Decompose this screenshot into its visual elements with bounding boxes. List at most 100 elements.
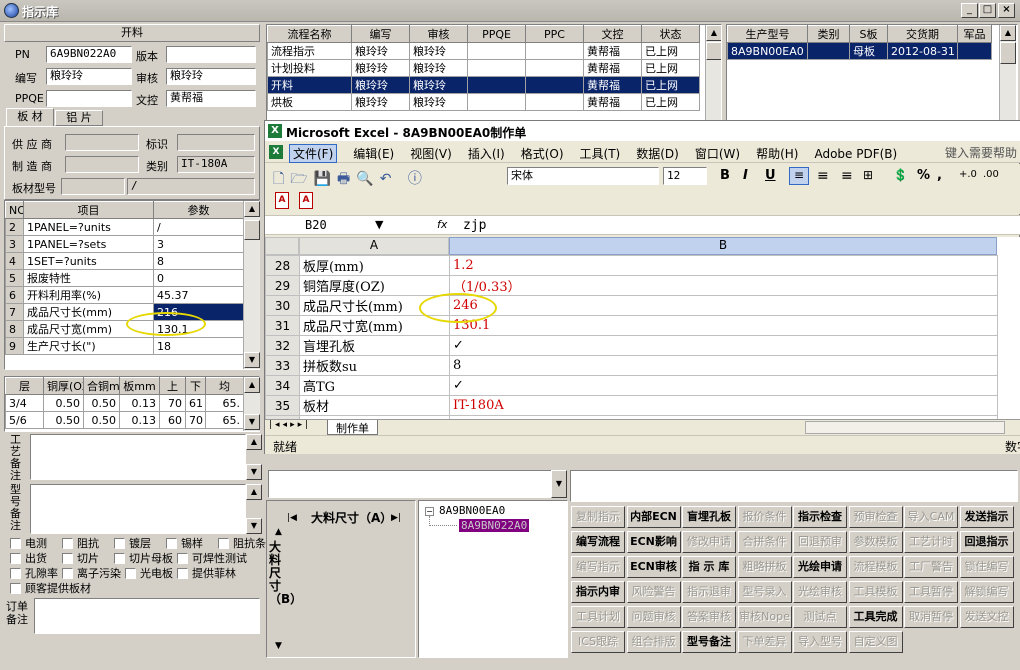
table-row[interactable]: 流程指示 粮玲玲 粮玲玲 黄帮福 已上网 bbox=[267, 42, 700, 60]
action-button[interactable]: 取消暂停 bbox=[904, 606, 958, 628]
scroll-up-arrow[interactable]: ▲ bbox=[244, 201, 260, 217]
param-no-cell[interactable]: 5 bbox=[5, 269, 24, 287]
param-value-cell[interactable]: 18 bbox=[153, 337, 244, 355]
scroll-up-arrow[interactable]: ▲ bbox=[246, 484, 262, 500]
table-row[interactable]: 2 1PANEL=?units / bbox=[5, 218, 244, 236]
spreadsheet-grid[interactable]: A B 28 板厚(mm) 1.2 29 铜箔厚度(OZ) （1/0.33） 30 成品尺寸长… bbox=[265, 237, 1020, 419]
model-cell[interactable] bbox=[957, 42, 992, 60]
flow-cell[interactable] bbox=[467, 59, 526, 77]
action-button[interactable]: 工具完成 bbox=[848, 606, 903, 628]
sheet-row[interactable]: 35 板材 IT-180A bbox=[265, 395, 998, 416]
checkbox-box[interactable] bbox=[10, 583, 21, 594]
action-button[interactable]: 回退预审 bbox=[793, 531, 847, 553]
layer-cell[interactable]: 61 bbox=[185, 394, 206, 412]
ppqe-field[interactable] bbox=[46, 90, 132, 107]
action-button[interactable]: 修改申请 bbox=[682, 531, 736, 553]
param-no-cell[interactable]: 9 bbox=[5, 337, 24, 355]
align-left-button[interactable]: ≡ bbox=[789, 167, 809, 185]
scroll-thumb[interactable] bbox=[244, 220, 260, 240]
checkbox-box[interactable] bbox=[177, 568, 188, 579]
right-combo[interactable] bbox=[570, 470, 1018, 502]
layer-cell[interactable]: 0.50 bbox=[43, 411, 84, 429]
row-header[interactable]: 31 bbox=[265, 315, 300, 336]
action-button[interactable]: 复制指示 bbox=[571, 506, 625, 528]
model-cell[interactable]: 8A9BN00EA0 bbox=[727, 42, 808, 60]
cell-a[interactable]: 高TG bbox=[299, 375, 450, 396]
layer-cell[interactable]: 70 bbox=[185, 411, 206, 429]
action-button[interactable]: 参数模板 bbox=[848, 531, 903, 553]
sheet-row[interactable]: 28 板厚(mm) 1.2 bbox=[265, 255, 998, 276]
excel-menu-item[interactable]: 编辑(E) bbox=[353, 145, 394, 162]
param-item-cell[interactable]: 生产尺寸长(") bbox=[23, 337, 154, 355]
tree-root[interactable]: 8A9BN00EA0 bbox=[439, 504, 505, 517]
tab-board[interactable]: 板 材 bbox=[6, 108, 54, 126]
params-col-no[interactable]: NO bbox=[5, 201, 24, 219]
align-right-button[interactable]: ≡ bbox=[841, 168, 853, 184]
layer-cell[interactable]: 65. bbox=[205, 394, 244, 412]
font-name-select[interactable]: 宋体 bbox=[507, 167, 659, 185]
scroll-up-arrow[interactable]: ▲ bbox=[1000, 25, 1016, 41]
param-no-cell[interactable]: 6 bbox=[5, 286, 24, 304]
flow-cell[interactable]: 粮玲玲 bbox=[409, 59, 468, 77]
table-row[interactable]: 3/4 0.50 0.50 0.13 70 61 65. bbox=[5, 394, 244, 412]
tree-collapse-icon[interactable]: − bbox=[425, 507, 434, 516]
reviewer-field[interactable]: 粮玲玲 bbox=[166, 68, 256, 85]
action-button[interactable]: 指示检查 bbox=[793, 506, 847, 528]
flow-col-header[interactable]: 审核 bbox=[409, 25, 468, 43]
action-button[interactable]: 工具模板 bbox=[848, 581, 903, 603]
param-item-cell[interactable]: 1SET=?units bbox=[23, 252, 154, 270]
flow-col-header[interactable]: 编写 bbox=[351, 25, 410, 43]
flow-cell[interactable]: 黄帮福 bbox=[583, 93, 642, 111]
param-item-cell[interactable]: 开料利用率(%) bbox=[23, 286, 154, 304]
params-scrollbar[interactable]: ▲ ▼ bbox=[243, 201, 260, 369]
italic-button[interactable]: I bbox=[743, 168, 748, 183]
combo-dropdown-arrow[interactable]: ▼ bbox=[551, 470, 567, 498]
table-row[interactable]: 8A9BN00EA0 母板 2012-08-31 bbox=[727, 42, 992, 60]
option-checkbox[interactable]: 出货 bbox=[10, 550, 58, 566]
layer-cell[interactable]: 70 bbox=[159, 394, 186, 412]
flow-col-header[interactable]: 流程名称 bbox=[267, 25, 352, 43]
layers-col-header[interactable]: 铜厚(OZ) bbox=[43, 377, 84, 395]
middle-combo[interactable] bbox=[268, 470, 552, 498]
name-box[interactable]: B20 bbox=[305, 218, 327, 232]
table-row[interactable]: 开料 粮玲玲 粮玲玲 黄帮福 已上网 bbox=[267, 76, 700, 94]
action-button[interactable]: 答案审核 bbox=[682, 606, 736, 628]
flow-col-header[interactable]: 文控 bbox=[583, 25, 642, 43]
sheet-row[interactable]: 33 拼板数su 8 bbox=[265, 355, 998, 376]
supplier-field[interactable] bbox=[65, 134, 139, 151]
cell-b[interactable]: （1/0.33） bbox=[449, 275, 998, 296]
layer-cell[interactable]: 0.13 bbox=[119, 394, 160, 412]
order-note-textarea[interactable] bbox=[34, 598, 260, 634]
tree-child[interactable]: 8A9BN022A0 bbox=[459, 519, 530, 532]
layer-cell[interactable]: 65. bbox=[205, 411, 244, 429]
option-checkbox[interactable]: 阻抗 bbox=[62, 535, 110, 551]
close-button[interactable]: × bbox=[998, 3, 1015, 18]
table-row[interactable]: 8 成品尺寸宽(mm) 130.1 bbox=[5, 320, 244, 338]
scroll-thumb[interactable] bbox=[1000, 42, 1016, 64]
sheet-row[interactable]: 31 成品尺寸宽(mm) 130.1 bbox=[265, 315, 998, 336]
option-checkbox[interactable]: 光电板 bbox=[125, 565, 173, 581]
action-button[interactable]: 预审检查 bbox=[848, 506, 903, 528]
action-button[interactable]: 导入型号 bbox=[793, 631, 847, 653]
action-button[interactable]: 工艺计时 bbox=[904, 531, 958, 553]
scroll-down-arrow[interactable]: ▼ bbox=[246, 464, 262, 480]
font-size-select[interactable]: 12 bbox=[663, 167, 707, 185]
action-button[interactable]: 下单差异 bbox=[737, 631, 792, 653]
action-button[interactable]: 粗略拼板 bbox=[737, 556, 792, 578]
table-row[interactable]: 3 1PANEL=?sets 3 bbox=[5, 235, 244, 253]
excel-menu-item[interactable]: Adobe PDF(B) bbox=[814, 147, 897, 161]
flow-cell[interactable]: 黄帮福 bbox=[583, 42, 642, 60]
option-checkbox[interactable]: 离子污染 bbox=[62, 565, 121, 581]
flow-cell[interactable] bbox=[467, 76, 526, 94]
board-spec-value[interactable]: / bbox=[127, 178, 255, 195]
table-row[interactable]: 烘板 粮玲玲 粮玲玲 黄帮福 已上网 bbox=[267, 93, 700, 111]
scroll-up-arrow[interactable]: ▲ bbox=[244, 377, 260, 393]
model-col-header[interactable]: 交货期 bbox=[887, 25, 958, 43]
checkbox-box[interactable] bbox=[218, 538, 229, 549]
flow-cell[interactable]: 黄帮福 bbox=[583, 59, 642, 77]
maximize-button[interactable]: □ bbox=[979, 3, 996, 18]
param-value-cell[interactable]: 8 bbox=[153, 252, 244, 270]
model-col-header[interactable]: 类别 bbox=[807, 25, 850, 43]
param-item-cell[interactable]: 1PANEL=?units bbox=[23, 218, 154, 236]
align-center-button[interactable]: ≡ bbox=[817, 168, 829, 184]
